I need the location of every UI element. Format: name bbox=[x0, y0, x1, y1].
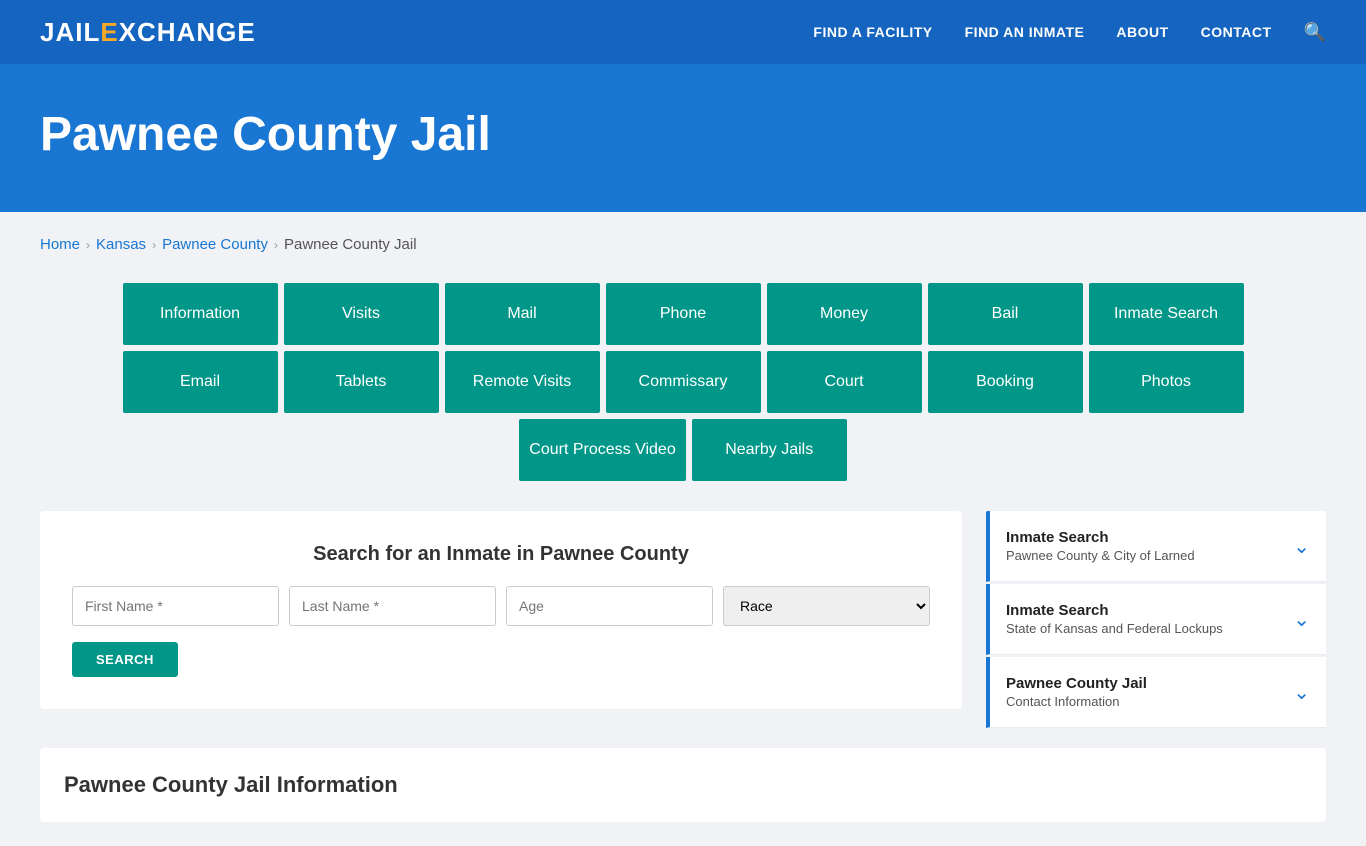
nav-find-facility[interactable]: FIND A FACILITY bbox=[813, 24, 932, 40]
content-area: Home › Kansas › Pawnee County › Pawnee C… bbox=[0, 212, 1366, 846]
main-nav: FIND A FACILITY FIND AN INMATE ABOUT CON… bbox=[813, 22, 1326, 43]
search-button[interactable]: SEARCH bbox=[72, 642, 178, 677]
sidebar-item-2-sub: State of Kansas and Federal Lockups bbox=[1006, 621, 1223, 636]
btn-visits[interactable]: Visits bbox=[284, 283, 439, 345]
btn-bail[interactable]: Bail bbox=[928, 283, 1083, 345]
breadcrumb-kansas[interactable]: Kansas bbox=[96, 236, 146, 253]
nav-find-inmate[interactable]: FIND AN INMATE bbox=[965, 24, 1085, 40]
btn-information[interactable]: Information bbox=[123, 283, 278, 345]
btn-court-process-video[interactable]: Court Process Video bbox=[519, 419, 685, 481]
logo-ex: E bbox=[100, 17, 118, 47]
chevron-down-icon-3: ⌄ bbox=[1293, 680, 1310, 705]
grid-row-2: Email Tablets Remote Visits Commissary C… bbox=[123, 351, 1244, 413]
btn-nearby-jails[interactable]: Nearby Jails bbox=[692, 419, 847, 481]
breadcrumb-sep-2: › bbox=[152, 238, 156, 252]
first-name-input[interactable] bbox=[72, 586, 279, 626]
nav-about[interactable]: ABOUT bbox=[1116, 24, 1168, 40]
btn-commissary[interactable]: Commissary bbox=[606, 351, 761, 413]
age-input[interactable] bbox=[506, 586, 713, 626]
sidebar-item-1-title: Inmate Search bbox=[1006, 529, 1195, 546]
header-search-button[interactable]: 🔍 bbox=[1304, 22, 1326, 43]
sidebar-item-3-title: Pawnee County Jail bbox=[1006, 675, 1147, 692]
btn-tablets[interactable]: Tablets bbox=[284, 351, 439, 413]
logo-xchange: XCHANGE bbox=[119, 17, 256, 47]
sidebar: Inmate Search Pawnee County & City of La… bbox=[986, 511, 1326, 728]
logo: JAILEXCHANGE bbox=[40, 17, 256, 48]
sidebar-item-3[interactable]: Pawnee County Jail Contact Information ⌄ bbox=[986, 657, 1326, 728]
page-title: Pawnee County Jail bbox=[40, 107, 1326, 162]
chevron-down-icon-2: ⌄ bbox=[1293, 607, 1310, 632]
hero-section: Pawnee County Jail bbox=[0, 67, 1366, 212]
search-fields: Race White Black Hispanic Asian Other bbox=[72, 586, 930, 626]
search-title: Search for an Inmate in Pawnee County bbox=[72, 543, 930, 566]
bottom-section: Pawnee County Jail Information bbox=[40, 748, 1326, 822]
last-name-input[interactable] bbox=[289, 586, 496, 626]
btn-booking[interactable]: Booking bbox=[928, 351, 1083, 413]
breadcrumb-pawnee-county[interactable]: Pawnee County bbox=[162, 236, 268, 253]
btn-mail[interactable]: Mail bbox=[445, 283, 600, 345]
sidebar-item-2[interactable]: Inmate Search State of Kansas and Federa… bbox=[986, 584, 1326, 655]
sidebar-item-1-sub: Pawnee County & City of Larned bbox=[1006, 548, 1195, 563]
btn-photos[interactable]: Photos bbox=[1089, 351, 1244, 413]
sidebar-item-1[interactable]: Inmate Search Pawnee County & City of La… bbox=[986, 511, 1326, 582]
bottom-title: Pawnee County Jail Information bbox=[64, 772, 1302, 798]
breadcrumb-sep-3: › bbox=[274, 238, 278, 252]
breadcrumb-sep-1: › bbox=[86, 238, 90, 252]
breadcrumb-home[interactable]: Home bbox=[40, 236, 80, 253]
btn-email[interactable]: Email bbox=[123, 351, 278, 413]
chevron-down-icon-1: ⌄ bbox=[1293, 534, 1310, 559]
btn-remote-visits[interactable]: Remote Visits bbox=[445, 351, 600, 413]
main-layout: Search for an Inmate in Pawnee County Ra… bbox=[40, 511, 1326, 728]
nav-contact[interactable]: CONTACT bbox=[1201, 24, 1272, 40]
btn-money[interactable]: Money bbox=[767, 283, 922, 345]
inmate-search-box: Search for an Inmate in Pawnee County Ra… bbox=[40, 511, 962, 709]
breadcrumb-current: Pawnee County Jail bbox=[284, 236, 417, 253]
category-grid: Information Visits Mail Phone Money Bail… bbox=[40, 283, 1326, 481]
grid-row-1: Information Visits Mail Phone Money Bail… bbox=[123, 283, 1244, 345]
sidebar-item-2-title: Inmate Search bbox=[1006, 602, 1223, 619]
race-select[interactable]: Race White Black Hispanic Asian Other bbox=[723, 586, 930, 626]
header: JAILEXCHANGE FIND A FACILITY FIND AN INM… bbox=[0, 0, 1366, 64]
btn-phone[interactable]: Phone bbox=[606, 283, 761, 345]
btn-inmate-search[interactable]: Inmate Search bbox=[1089, 283, 1244, 345]
grid-row-3: Court Process Video Nearby Jails bbox=[519, 419, 846, 481]
breadcrumb: Home › Kansas › Pawnee County › Pawnee C… bbox=[40, 236, 1326, 253]
sidebar-item-3-sub: Contact Information bbox=[1006, 694, 1147, 709]
logo-jail: JAIL bbox=[40, 17, 100, 47]
btn-court[interactable]: Court bbox=[767, 351, 922, 413]
